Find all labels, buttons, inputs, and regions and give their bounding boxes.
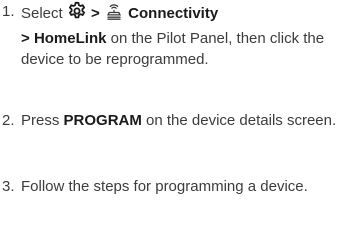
breadcrumb-separator: > xyxy=(21,29,30,47)
program-label: PROGRAM xyxy=(63,112,142,129)
step-number: 2. xyxy=(2,112,15,129)
breadcrumb-separator: > xyxy=(91,5,100,22)
step-2-rest: on the device details screen. xyxy=(146,112,337,129)
press-word: Press xyxy=(21,112,60,129)
gear-icon xyxy=(67,1,87,28)
connectivity-label: Connectivity xyxy=(128,5,219,22)
step-number: 3. xyxy=(2,178,15,195)
connectivity-icon xyxy=(104,1,124,28)
step-text: Follow the steps for programming a devic… xyxy=(21,178,308,195)
step-text: Press PROGRAM on the device details scre… xyxy=(21,110,347,132)
step-number: 1. xyxy=(2,3,15,20)
select-word: Select xyxy=(21,5,63,22)
homelink-label: HomeLink xyxy=(33,29,107,47)
step-text: Select > Connectivity > HomeLink on the … xyxy=(21,1,347,71)
